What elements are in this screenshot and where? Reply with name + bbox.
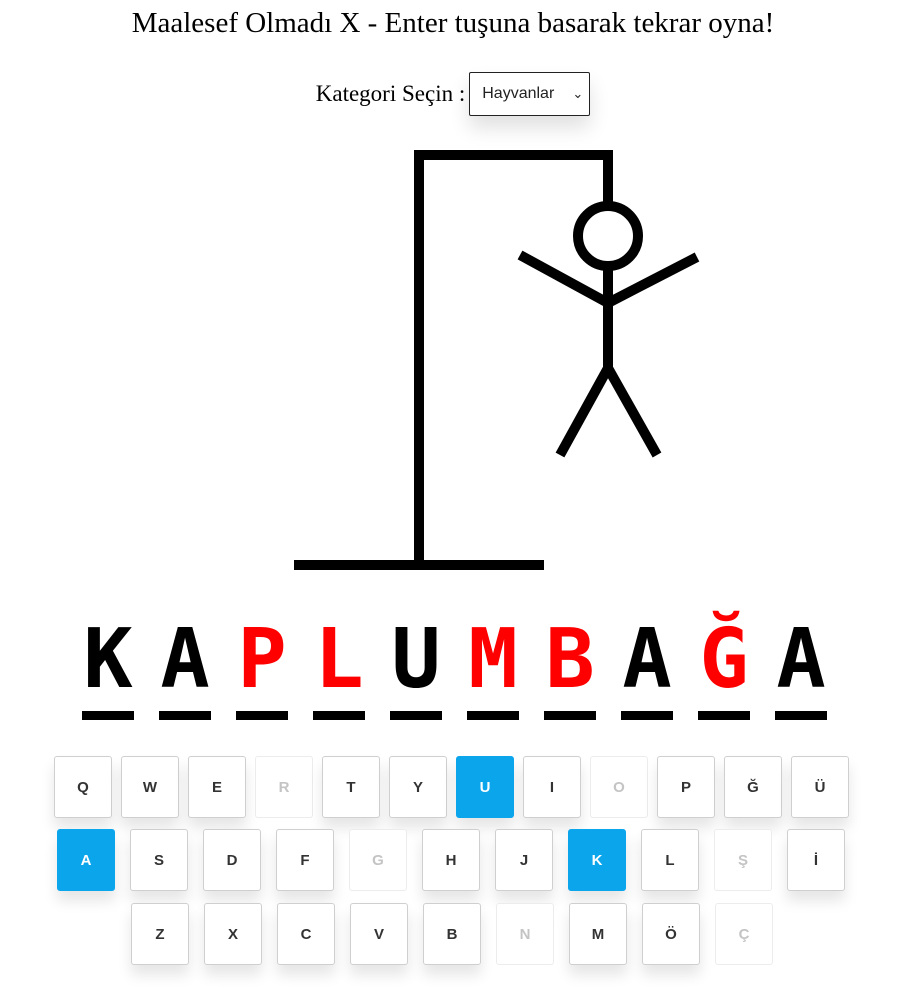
key-q[interactable]: Q (54, 756, 112, 818)
letter-underline (698, 711, 750, 720)
key-r[interactable]: R (255, 756, 313, 818)
word-letter: L (314, 612, 364, 707)
word-letter-slot: L (313, 615, 365, 720)
key-ü[interactable]: Ü (791, 756, 849, 818)
key-ç[interactable]: Ç (715, 903, 773, 965)
word-letter: Ğ (699, 612, 749, 707)
hangman-left-leg (555, 365, 613, 458)
key-u[interactable]: U (456, 756, 514, 818)
word-letter: K (83, 612, 133, 707)
key-s[interactable]: S (130, 829, 188, 891)
key-f[interactable]: F (276, 829, 334, 891)
key-c[interactable]: C (277, 903, 335, 965)
word-letter-slot: M (467, 615, 519, 720)
word-display: KAPLUMBAĞA (82, 615, 827, 720)
hangman-drawing (294, 150, 700, 570)
letter-underline (544, 711, 596, 720)
word-letter-slot: U (390, 615, 442, 720)
key-b[interactable]: B (423, 903, 481, 965)
key-h[interactable]: H (422, 829, 480, 891)
word-letter: U (391, 612, 441, 707)
word-letter: M (468, 612, 518, 707)
letter-underline (467, 711, 519, 720)
word-letter-slot: B (544, 615, 596, 720)
key-w[interactable]: W (121, 756, 179, 818)
letter-underline (236, 711, 288, 720)
key-ö[interactable]: Ö (642, 903, 700, 965)
key-i̇[interactable]: İ (787, 829, 845, 891)
word-letter-slot: P (236, 615, 288, 720)
letter-underline (82, 711, 134, 720)
word-letter-slot: A (775, 615, 827, 720)
word-letter: A (776, 612, 826, 707)
word-letter-slot: A (159, 615, 211, 720)
letter-underline (621, 711, 673, 720)
key-j[interactable]: J (495, 829, 553, 891)
category-picker: Kategori Seçin : Hayvanlar ⌄ (0, 72, 900, 116)
keyboard-row-2: ASDFGHJKLŞİ (57, 829, 854, 891)
keyboard-row-3: ZXCVBNMÖÇ (131, 903, 782, 965)
letter-underline (313, 711, 365, 720)
key-ğ[interactable]: Ğ (724, 756, 782, 818)
key-n[interactable]: N (496, 903, 554, 965)
key-y[interactable]: Y (389, 756, 447, 818)
key-e[interactable]: E (188, 756, 246, 818)
word-letter-slot: Ğ (698, 615, 750, 720)
letter-underline (390, 711, 442, 720)
category-select[interactable]: Hayvanlar ⌄ (469, 72, 591, 116)
key-p[interactable]: P (657, 756, 715, 818)
word-letter-slot: K (82, 615, 134, 720)
key-t[interactable]: T (322, 756, 380, 818)
key-o[interactable]: O (590, 756, 648, 818)
key-ş[interactable]: Ş (714, 829, 772, 891)
game-status-message: Maalesef Olmadı X - Enter tuşuna basarak… (131, 7, 775, 39)
category-selected-value: Hayvanlar (482, 85, 555, 102)
key-a[interactable]: A (57, 829, 115, 891)
key-v[interactable]: V (350, 903, 408, 965)
letter-underline (775, 711, 827, 720)
hangman-right-leg (603, 365, 662, 458)
word-letter: B (545, 612, 595, 707)
chevron-down-icon: ⌄ (572, 86, 584, 101)
key-g[interactable]: G (349, 829, 407, 891)
category-label: Kategori Seçin : (315, 81, 466, 106)
letter-underline (159, 711, 211, 720)
hangman-head (573, 201, 643, 271)
keyboard-row-1: QWERTYUIOPĞÜ (54, 756, 858, 818)
key-m[interactable]: M (569, 903, 627, 965)
key-x[interactable]: X (204, 903, 262, 965)
word-letter-slot: A (621, 615, 673, 720)
key-z[interactable]: Z (131, 903, 189, 965)
word-letter: A (622, 612, 672, 707)
word-letter: P (237, 612, 287, 707)
key-d[interactable]: D (203, 829, 261, 891)
key-l[interactable]: L (641, 829, 699, 891)
key-k[interactable]: K (568, 829, 626, 891)
key-i[interactable]: I (523, 756, 581, 818)
word-letter: A (160, 612, 210, 707)
